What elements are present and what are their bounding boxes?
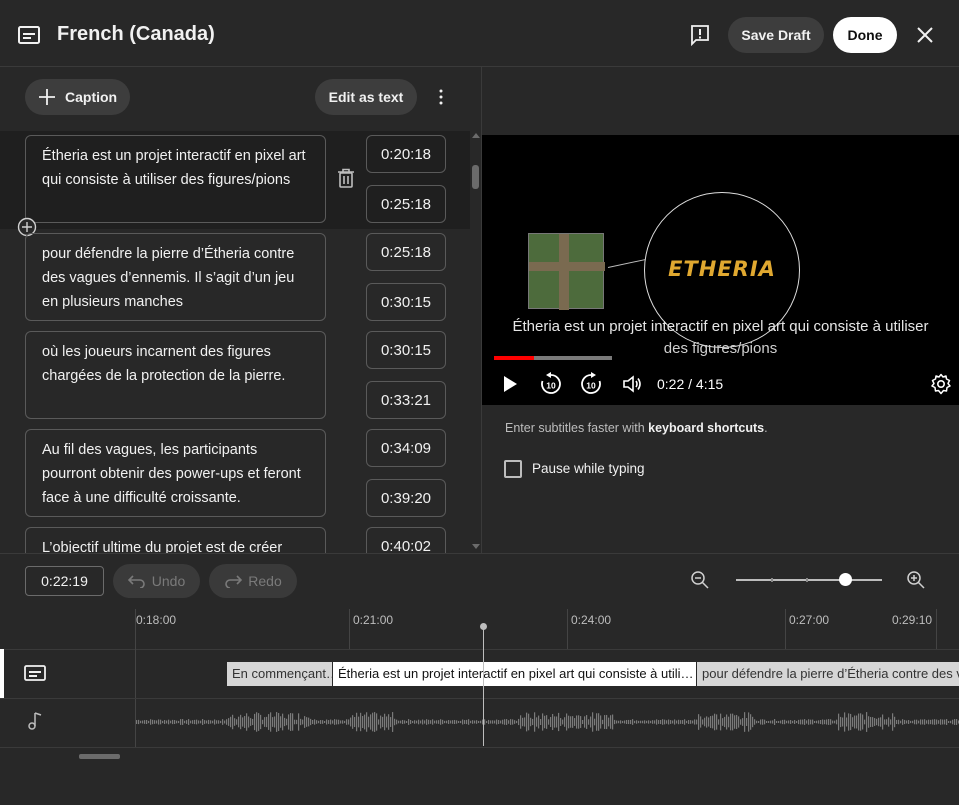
caption-text-field[interactable]: Étheria est un projet interactif en pixe…: [25, 135, 326, 223]
caption-start-time[interactable]: 0:40:02: [366, 527, 446, 553]
timeline-horizontal-scrollbar[interactable]: [79, 754, 120, 759]
svg-text:10: 10: [546, 381, 556, 391]
caption-end-time[interactable]: 0:39:20: [366, 479, 446, 517]
scroll-up-arrow-icon[interactable]: [472, 133, 480, 138]
feedback-icon[interactable]: [689, 24, 711, 46]
caption-text-field[interactable]: où les joueurs incarnent des figures cha…: [25, 331, 326, 419]
ruler-tick: [936, 609, 937, 649]
scroll-down-arrow-icon[interactable]: [472, 544, 480, 549]
ruler-tick: [785, 609, 786, 649]
caption-segment[interactable]: pour défendre la pierre d’Étheria contre…: [697, 662, 959, 686]
zoom-slider-track[interactable]: [736, 579, 882, 581]
caption-segment[interactable]: En commençant…: [227, 662, 332, 686]
zoom-out-icon[interactable]: [690, 570, 710, 590]
playhead[interactable]: [483, 626, 484, 746]
save-draft-button[interactable]: Save Draft: [728, 17, 824, 53]
caption-start-time[interactable]: 0:25:18: [366, 233, 446, 271]
close-icon[interactable]: [914, 24, 936, 46]
ruler-label: 0:18:00: [136, 613, 177, 627]
redo-icon: [225, 575, 243, 588]
caption-text-field[interactable]: L’objectif ultime du projet est de créer: [25, 527, 326, 553]
zoom-tick: [806, 578, 808, 582]
settings-gear-icon[interactable]: [930, 373, 952, 395]
playhead-handle[interactable]: [480, 623, 487, 630]
editor-header: French (Canada) Save Draft Done: [0, 0, 959, 67]
audio-track-icon[interactable]: [27, 711, 43, 731]
ruler-tick: [349, 609, 350, 649]
preview-panel: ETHERIA Étheria est un projet interactif…: [482, 67, 959, 553]
audio-waveform[interactable]: [136, 704, 959, 740]
divider: [0, 698, 959, 699]
ruler-label: 0:29:10: [892, 613, 933, 627]
divider: [0, 747, 959, 748]
more-options-icon[interactable]: [432, 87, 450, 107]
zoom-tick: [771, 578, 773, 582]
ruler-label: 0:24:00: [571, 613, 612, 627]
ruler-label: 0:27:00: [789, 613, 830, 627]
add-caption-label: Caption: [65, 89, 118, 105]
undo-icon: [127, 575, 145, 588]
plus-icon: [39, 89, 55, 105]
zoom-in-icon[interactable]: [906, 570, 926, 590]
current-time-field[interactable]: 0:22:19: [25, 566, 104, 596]
divider: [0, 649, 959, 650]
delete-icon[interactable]: [337, 168, 355, 188]
caption-end-time[interactable]: 0:30:15: [366, 283, 446, 321]
svg-text:10: 10: [586, 381, 596, 391]
timeline-panel: 0:22:19 Undo Redo 0:18:00 0:21:00 0:24:0…: [0, 553, 959, 805]
keyboard-shortcuts-link[interactable]: keyboard shortcuts: [648, 421, 764, 435]
caption-start-time[interactable]: 0:30:15: [366, 331, 446, 369]
undo-button[interactable]: Undo: [113, 564, 200, 598]
forward-10-icon[interactable]: 10: [579, 372, 603, 396]
time-ruler[interactable]: 0:18:00 0:21:00 0:24:00 0:27:00 0:29:10: [0, 609, 959, 649]
connector-line: [607, 258, 648, 268]
caption-start-time[interactable]: 0:34:09: [366, 429, 446, 467]
volume-icon[interactable]: [622, 374, 642, 394]
rewind-10-icon[interactable]: 10: [539, 372, 563, 396]
subtitles-icon: [18, 26, 40, 44]
edit-as-text-button[interactable]: Edit as text: [315, 79, 417, 115]
caption-list: Étheria est un projet interactif en pixe…: [0, 131, 470, 553]
hint-suffix: .: [764, 421, 768, 435]
video-player[interactable]: ETHERIA Étheria est un projet interactif…: [482, 135, 959, 405]
caption-start-time[interactable]: 0:20:18: [366, 135, 446, 173]
redo-label: Redo: [248, 573, 282, 589]
zoom-slider-handle[interactable]: [839, 573, 852, 586]
video-game-thumbnail: [528, 233, 605, 310]
subtitle-line-1: Étheria est un projet interactif en pixe…: [512, 318, 929, 335]
pause-while-typing-checkbox[interactable]: [504, 460, 522, 478]
add-caption-button[interactable]: Caption: [25, 79, 130, 115]
pause-while-typing-label[interactable]: Pause while typing: [532, 461, 645, 476]
page-title: French (Canada): [57, 23, 215, 45]
caption-list-scrollbar[interactable]: [470, 131, 482, 553]
etheria-logo: ETHERIA: [668, 257, 776, 281]
captions-track-icon[interactable]: [24, 665, 46, 681]
hint-text: Enter subtitles faster with: [505, 421, 649, 435]
caption-text-field[interactable]: Au fil des vagues, les participants pour…: [25, 429, 326, 517]
caption-editor-panel: Caption Edit as text Étheria est un proj…: [0, 67, 482, 553]
keyboard-shortcuts-hint: Enter subtitles faster with keyboard sho…: [505, 421, 768, 435]
subtitle-line-2: des figures/pions: [663, 340, 778, 357]
caption-text-field[interactable]: pour défendre la pierre d’Étheria contre…: [25, 233, 326, 321]
done-button[interactable]: Done: [833, 17, 897, 53]
caption-end-time[interactable]: 0:33:21: [366, 381, 446, 419]
play-icon[interactable]: [502, 375, 518, 393]
video-progress-bar[interactable]: [494, 356, 612, 360]
caption-end-time[interactable]: 0:25:18: [366, 185, 446, 223]
redo-button[interactable]: Redo: [209, 564, 297, 598]
track-selected-indicator: [0, 649, 4, 698]
video-time: 0:22 / 4:15: [657, 376, 724, 392]
video-progress-fill: [494, 356, 535, 360]
caption-segment-selected[interactable]: Étheria est un projet interactif en pixe…: [333, 662, 696, 686]
ruler-tick: [567, 609, 568, 649]
ruler-label: 0:21:00: [353, 613, 394, 627]
scrollbar-thumb[interactable]: [472, 165, 479, 189]
undo-label: Undo: [151, 573, 186, 589]
